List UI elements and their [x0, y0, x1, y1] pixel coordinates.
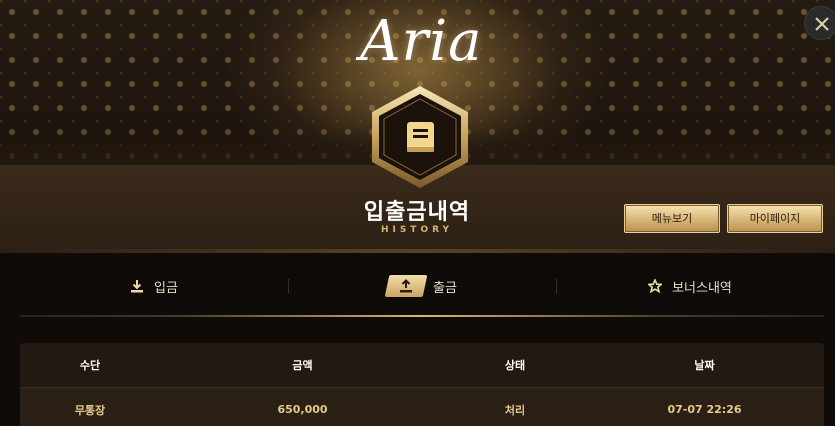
- close-button[interactable]: [804, 6, 835, 40]
- upload-icon: [384, 275, 428, 297]
- star-icon: [646, 277, 664, 294]
- table-row[interactable]: 무통장 650,000 처리 07-07 22:26: [20, 387, 824, 426]
- cell-method: 무통장: [74, 403, 106, 417]
- header-amount: 금액: [292, 359, 313, 372]
- header-status: 상태: [504, 359, 526, 372]
- band-divider: [0, 249, 835, 253]
- tab-bonus-label: 보너스내역: [672, 280, 732, 296]
- tab-withdraw[interactable]: 출금: [288, 265, 556, 307]
- history-tabs: 입금 출금 보너스내역: [20, 265, 824, 307]
- page-subtitle: HISTORY: [380, 225, 454, 235]
- tab-bonus[interactable]: 보너스내역: [556, 265, 824, 307]
- close-icon: [815, 17, 829, 31]
- history-table: 수단 금액 상태 날짜 무통장 650,000 처리 07-07 22:26: [20, 343, 824, 426]
- cell-status: 처리: [504, 403, 526, 417]
- mypage-button[interactable]: 마이페이지: [727, 204, 823, 233]
- header-method: 수단: [79, 359, 101, 372]
- tab-deposit-label: 입금: [154, 280, 178, 296]
- cell-amount: 650,000: [277, 403, 328, 416]
- menu-button[interactable]: 메뉴보기: [624, 204, 720, 233]
- cell-date: 07-07 22:26: [667, 403, 742, 416]
- history-emblem: [368, 84, 472, 190]
- download-icon: [130, 279, 144, 293]
- tabs-underline: [20, 315, 824, 317]
- tab-deposit[interactable]: 입금: [20, 265, 288, 307]
- tab-withdraw-label: 출금: [433, 280, 457, 296]
- table-header: 수단 금액 상태 날짜: [20, 343, 824, 387]
- brand-logo: Aria: [360, 9, 483, 74]
- header-date: 날짜: [694, 359, 715, 372]
- page-title: 입출금내역: [363, 200, 471, 225]
- book-icon: [407, 122, 434, 152]
